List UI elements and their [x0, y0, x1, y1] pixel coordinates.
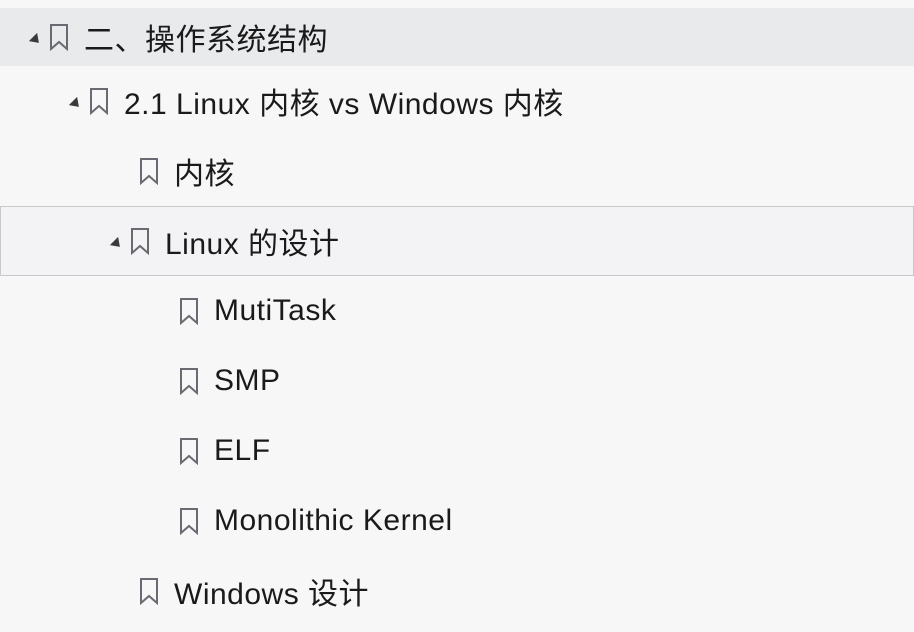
bookmark-icon — [88, 87, 110, 115]
tree-item-label: SMP — [214, 364, 281, 398]
tree-item-label: Windows 设计 — [174, 569, 369, 613]
tree-item-kernel[interactable]: 内核 — [0, 136, 914, 206]
tree-item-windows-design[interactable]: Windows 设计 — [0, 556, 914, 626]
bookmark-icon — [178, 297, 200, 325]
tree-item-label: 二、操作系统结构 — [84, 15, 328, 59]
tree-item-root[interactable]: 二、操作系统结构 — [0, 8, 914, 66]
tree-item-label: Linux 的设计 — [165, 219, 340, 263]
bookmark-icon — [48, 23, 70, 51]
bookmark-icon — [138, 157, 160, 185]
tree-item-label: Monolithic Kernel — [214, 504, 453, 538]
bookmark-tree: 二、操作系统结构 2.1 Linux 内核 vs Windows 内核 内核 L… — [0, 0, 914, 626]
bookmark-icon — [178, 507, 200, 535]
tree-item-label: 2.1 Linux 内核 vs Windows 内核 — [124, 79, 564, 123]
bookmark-icon — [129, 227, 151, 255]
bookmark-icon — [178, 437, 200, 465]
tree-item-section-2-1[interactable]: 2.1 Linux 内核 vs Windows 内核 — [0, 66, 914, 136]
tree-item-label: 内核 — [174, 149, 235, 193]
expand-collapse-icon[interactable] — [27, 31, 39, 43]
tree-item-elf[interactable]: ELF — [0, 416, 914, 486]
bookmark-icon — [178, 367, 200, 395]
tree-item-mutitask[interactable]: MutiTask — [0, 276, 914, 346]
tree-item-label: MutiTask — [214, 294, 336, 328]
tree-item-monolithic-kernel[interactable]: Monolithic Kernel — [0, 486, 914, 556]
bookmark-icon — [138, 577, 160, 605]
expand-collapse-icon[interactable] — [108, 235, 120, 247]
tree-item-label: ELF — [214, 434, 271, 468]
expand-collapse-icon[interactable] — [67, 95, 79, 107]
tree-item-linux-design[interactable]: Linux 的设计 — [0, 206, 914, 276]
tree-item-smp[interactable]: SMP — [0, 346, 914, 416]
